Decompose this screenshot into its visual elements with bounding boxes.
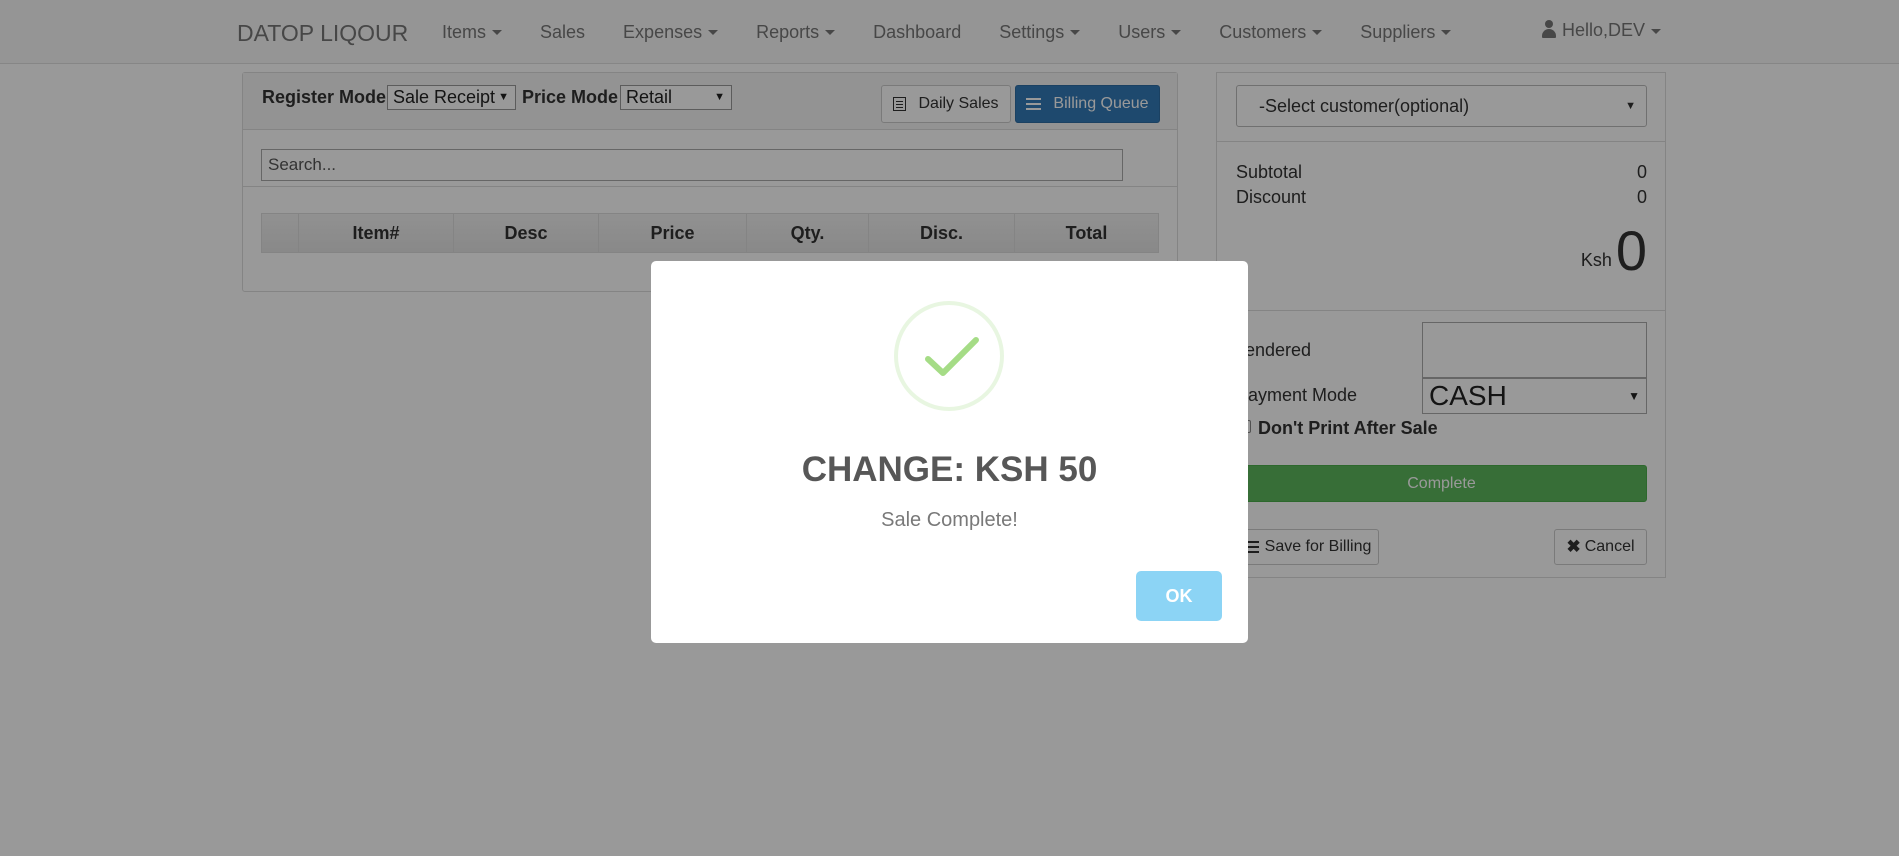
ok-button[interactable]: OK	[1136, 571, 1222, 621]
success-check-icon	[894, 301, 1004, 411]
dialog-message: Sale Complete!	[881, 509, 1018, 531]
sale-complete-dialog: CHANGE: KSH 50 Sale Complete! OK	[651, 261, 1248, 643]
check-mark	[925, 337, 979, 376]
dialog-title: CHANGE: KSH 50	[801, 450, 1098, 489]
